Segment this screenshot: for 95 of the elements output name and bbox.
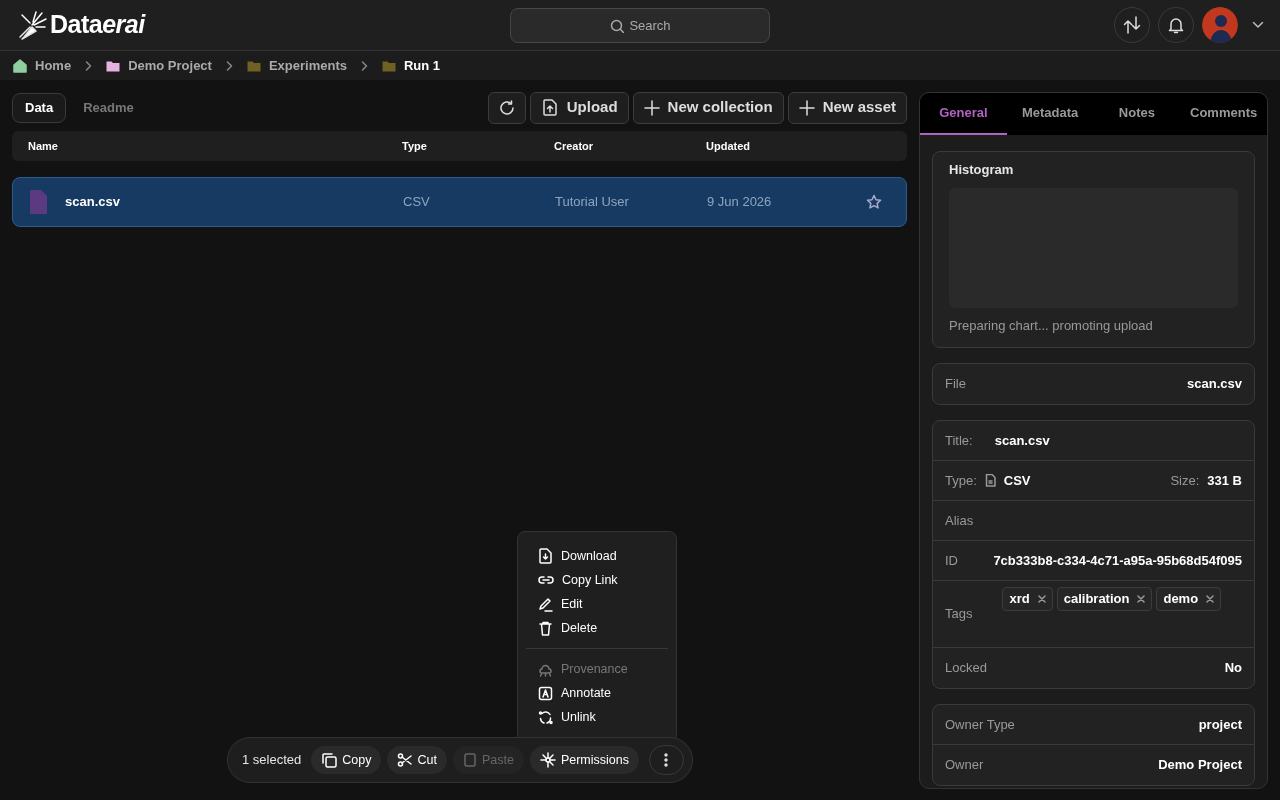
field-label: Owner xyxy=(945,756,984,775)
copy-icon xyxy=(321,752,338,768)
field-label: ID xyxy=(945,551,958,570)
field-value: No xyxy=(1224,659,1242,678)
folder-icon xyxy=(106,59,121,72)
breadcrumb-link[interactable]: Home xyxy=(13,55,72,76)
notifications-button[interactable] xyxy=(1158,7,1194,43)
pencil-icon xyxy=(538,596,553,612)
field-value: Demo Project xyxy=(1158,756,1242,775)
field-label: Type: xyxy=(945,471,977,490)
menu-item[interactable]: Edit xyxy=(526,592,668,616)
tab[interactable]: Data xyxy=(12,92,67,123)
field-value: CSV xyxy=(1003,471,1031,490)
column-header: Name xyxy=(28,138,59,154)
close-icon xyxy=(1206,594,1215,603)
plus-icon xyxy=(643,99,660,116)
search-field[interactable]: Search xyxy=(510,8,770,43)
field-label: Tags xyxy=(945,605,973,624)
menu-item[interactable]: Unlink xyxy=(526,705,668,729)
field-value: 7cb333b8-c334-4c71-a95a-95b68d54f095 xyxy=(993,551,1242,570)
file-icon xyxy=(984,474,996,487)
status-text: Preparing chart... promoting upload xyxy=(949,316,1154,335)
tag-chip[interactable]: xrd xyxy=(1002,587,1053,611)
trash-icon xyxy=(538,620,553,636)
card-title: Histogram xyxy=(949,161,1015,179)
file-icon xyxy=(29,189,49,215)
field-value: scan.csv xyxy=(994,431,1050,450)
field-value: scan.csv xyxy=(1187,375,1242,394)
close-icon xyxy=(1037,594,1046,603)
field-label: Owner Type xyxy=(945,715,1015,734)
breadcrumb-link[interactable]: Experiments xyxy=(246,55,347,76)
file-download-icon xyxy=(538,548,553,564)
avatar[interactable] xyxy=(1202,7,1238,43)
clipboard-icon xyxy=(462,752,477,768)
table-cell-text: Tutorial User xyxy=(555,193,630,212)
close-icon xyxy=(1137,594,1146,603)
arrows-icon xyxy=(1123,15,1141,35)
link-icon xyxy=(538,573,554,587)
breadcrumb-link[interactable]: Demo Project xyxy=(106,55,212,76)
search-icon xyxy=(610,19,624,33)
field-label: Title: xyxy=(945,431,973,450)
new-button[interactable]: New collection xyxy=(632,91,784,124)
tab[interactable]: Notes xyxy=(1093,93,1181,135)
tab[interactable]: Readme xyxy=(70,92,147,123)
refresh-button[interactable] xyxy=(487,91,526,124)
network-icon xyxy=(539,752,556,768)
table-cell-text: scan.csv xyxy=(65,193,120,212)
column-header: Type xyxy=(402,138,428,154)
plus-icon xyxy=(798,99,815,116)
home-icon xyxy=(13,58,27,73)
menu-item[interactable]: Delete xyxy=(526,616,668,640)
field-value: 331 B xyxy=(1207,471,1242,490)
more-icon xyxy=(664,753,669,767)
logo-text: Dataerai xyxy=(50,9,145,41)
table-cell-text: 9 Jun 2026 xyxy=(707,193,773,212)
selection-count: 1 selected xyxy=(242,751,302,770)
tab[interactable]: Comments xyxy=(1180,93,1267,135)
column-header: Updated xyxy=(706,138,751,154)
action-button[interactable]: Cut xyxy=(387,746,447,774)
upload-button[interactable]: Upload xyxy=(529,91,629,124)
bell-icon xyxy=(1168,16,1184,34)
field-label: Alias xyxy=(945,511,974,530)
tag-chip[interactable]: demo xyxy=(1156,587,1222,611)
field-label: Size: xyxy=(1170,471,1200,490)
field-label: Locked xyxy=(945,659,987,678)
menu-item[interactable]: Download xyxy=(526,544,668,568)
tab[interactable]: General xyxy=(920,93,1007,135)
column-header: Creator xyxy=(554,138,595,154)
table-cell-text: CSV xyxy=(403,193,431,212)
breadcrumb-link[interactable]: Run 1 xyxy=(382,55,441,76)
folder-icon xyxy=(382,59,396,72)
star-icon[interactable] xyxy=(866,194,882,210)
action-button[interactable]: Permissions xyxy=(529,746,639,774)
chevron-right-icon xyxy=(85,60,93,71)
field-label: File xyxy=(945,375,966,394)
menu-item[interactable]: Copy Link xyxy=(526,568,668,592)
more-button[interactable] xyxy=(648,745,684,775)
refresh-icon xyxy=(498,99,515,116)
field-value: project xyxy=(1198,715,1242,734)
tag-chip[interactable]: calibration xyxy=(1056,587,1153,611)
logo-icon xyxy=(16,9,48,41)
sync-button[interactable] xyxy=(1114,7,1150,43)
folder-icon xyxy=(246,59,261,72)
chevron-right-icon xyxy=(225,60,233,71)
action-button[interactable]: Copy xyxy=(311,746,382,774)
scissors-icon xyxy=(397,752,413,768)
tab[interactable]: Metadata xyxy=(1006,93,1094,135)
file-upload-icon xyxy=(540,98,559,117)
new-button[interactable]: New asset xyxy=(787,91,907,124)
annotation-icon xyxy=(538,685,553,701)
menu-item[interactable]: Annotate xyxy=(526,681,668,705)
chevron-down-icon xyxy=(1252,21,1264,29)
unlink-icon xyxy=(538,709,553,725)
table-row[interactable]: scan.csv CSV Tutorial User 9 Jun 2026 xyxy=(12,177,907,227)
chevron-right-icon xyxy=(361,60,368,71)
